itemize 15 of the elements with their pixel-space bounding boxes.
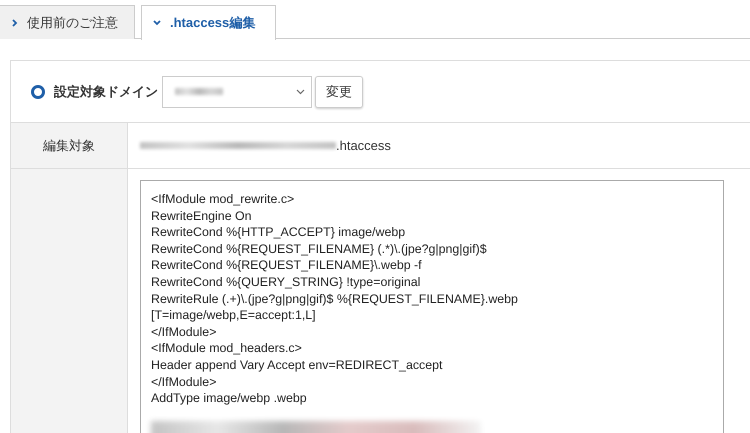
chevron-down-icon bbox=[153, 20, 161, 26]
chevron-down-icon bbox=[296, 88, 305, 94]
redacted-block bbox=[175, 88, 223, 95]
tab[interactable]: 使用前のご注意 bbox=[0, 5, 135, 39]
tab-label: 使用前のご注意 bbox=[27, 14, 118, 32]
domain-label: 設定対象ドメイン bbox=[54, 82, 158, 100]
code-editor[interactable] bbox=[140, 180, 724, 433]
chevron-right-icon bbox=[12, 18, 18, 26]
table-header-cell: 編集対象 bbox=[11, 123, 128, 168]
code-text: <IfModule mod_rewrite.c> RewriteEngine On RewriteCond %{HTTP_ACCEPT} image/webp RewriteCond %{REQUEST_FILENAME} (.*)\.(jpe?g|png|gif)$ RewriteCond %{REQUEST_FILENAME}\.webp -f RewriteCond %{QUERY_STRING} !type=original RewriteRule (.+)\.(jpe?g|png|gif)$ %{REQUEST_FILENAME}.webp [T=image/webp,E=accept:1,L] </IfModule> <IfModule mod_headers.c> Header append Vary Accept env=REDIRECT_accept </IfModule> AddType image/webp .webp bbox=[151, 191, 519, 407]
radio-button[interactable] bbox=[31, 84, 45, 98]
change-button[interactable]: 変更 bbox=[315, 76, 363, 108]
file-name: .htaccess bbox=[336, 138, 391, 153]
tab-label: .htaccess編集 bbox=[170, 14, 256, 32]
tab[interactable]: .htaccess編集 bbox=[141, 5, 276, 40]
